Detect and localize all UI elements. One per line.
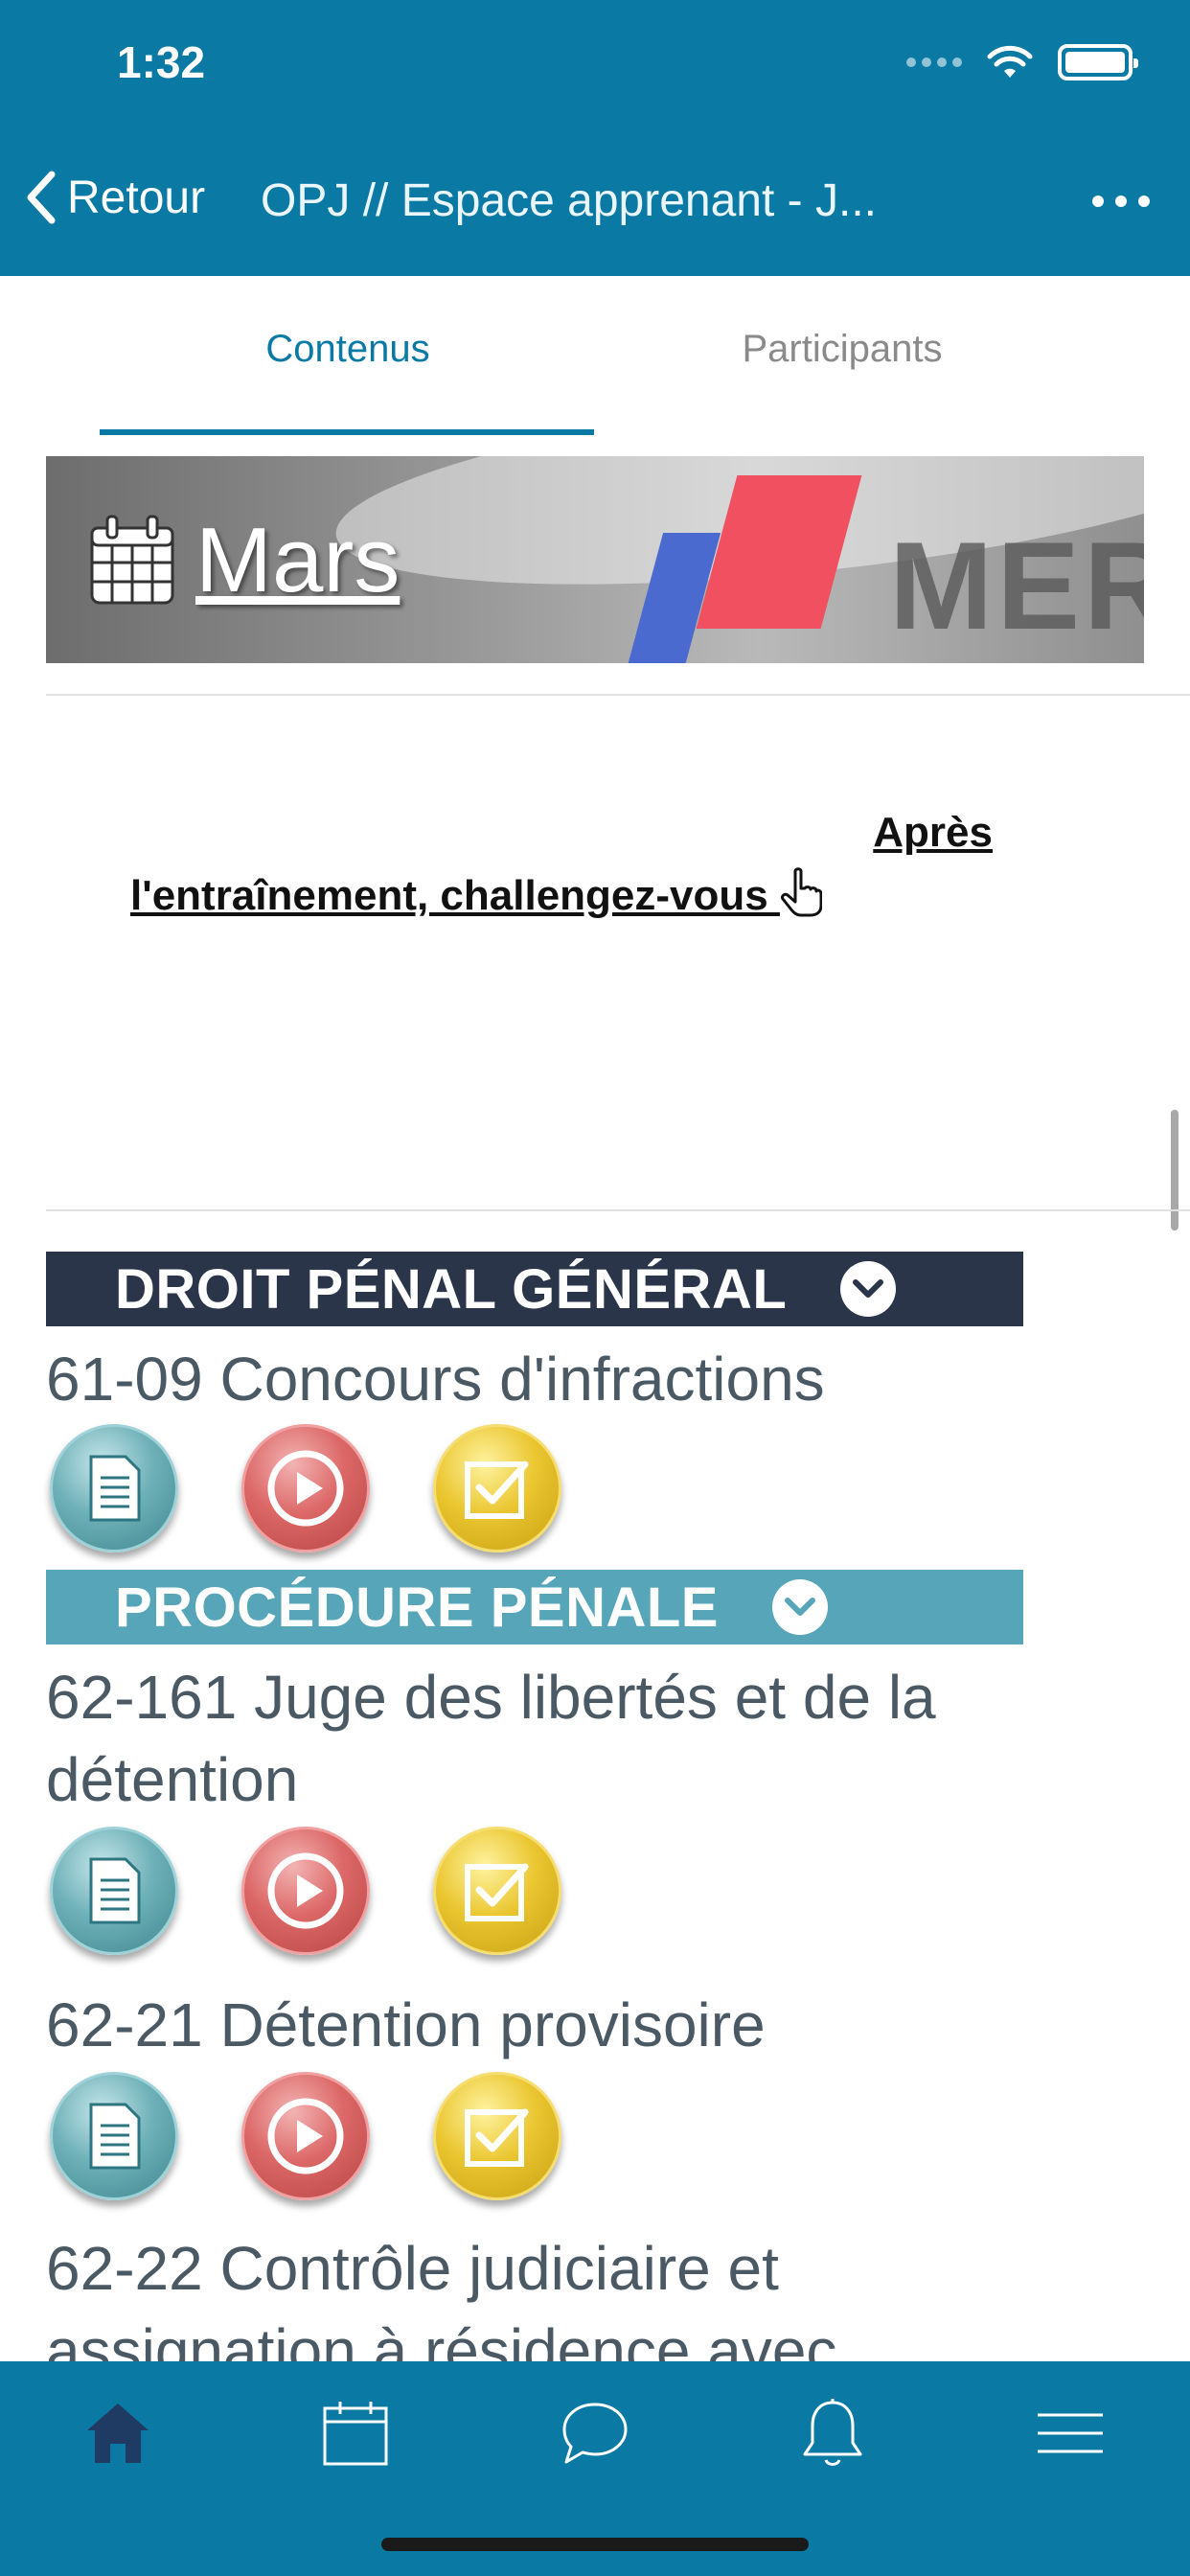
tab-participants[interactable]: Participants xyxy=(594,328,1090,371)
play-icon xyxy=(267,1852,344,1929)
active-tab-indicator xyxy=(100,429,594,435)
section-header-procedure-penale[interactable]: PROCÉDURE PÉNALE xyxy=(46,1570,1023,1644)
play-icon xyxy=(267,1450,344,1527)
status-time: 1:32 xyxy=(117,37,206,87)
signal-icon xyxy=(906,58,962,67)
chevron-down-icon[interactable] xyxy=(771,1579,828,1635)
document-icon xyxy=(89,2103,141,2170)
challenge-line2: l'entraînement, challengez-vous xyxy=(130,872,780,919)
app-header: 1:32 Retour OPJ // Espace apprenant - J.… xyxy=(0,0,1190,276)
course-item-title[interactable]: 61-09 Concours d'infractions xyxy=(46,1338,1100,1420)
chat-icon xyxy=(562,2403,628,2464)
course-item-title[interactable]: 62-21 Détention provisoire xyxy=(46,1984,1100,2066)
quiz-button[interactable] xyxy=(433,2072,561,2200)
month-banner[interactable]: MERIE Mars xyxy=(46,456,1144,663)
video-button[interactable] xyxy=(241,1424,370,1552)
calendar-icon xyxy=(323,2402,388,2466)
nav-bar: Retour OPJ // Espace apprenant - J... xyxy=(0,163,1190,240)
quiz-button[interactable] xyxy=(433,1827,561,1955)
divider xyxy=(46,1209,1190,1211)
tab-contenus[interactable]: Contenus xyxy=(100,328,596,371)
pointing-hand-icon xyxy=(780,867,822,917)
checkbox-icon xyxy=(465,2108,529,2167)
bell-icon xyxy=(803,2399,862,2466)
document-icon xyxy=(89,1455,141,1522)
section-title: PROCÉDURE PÉNALE xyxy=(115,1576,719,1639)
course-item-title[interactable]: 62-161 Juge des libertés et de la détent… xyxy=(46,1656,1100,1821)
checkbox-icon xyxy=(465,1863,529,1921)
banner-title: Mars xyxy=(86,508,400,613)
banner-label: Mars xyxy=(195,509,400,611)
back-label: Retour xyxy=(67,172,206,223)
calendar-icon xyxy=(90,515,174,605)
section-title: DROIT PÉNAL GÉNÉRAL xyxy=(115,1257,788,1321)
chevron-left-icon xyxy=(27,171,56,224)
more-options-button[interactable] xyxy=(1092,182,1150,220)
tab-messages[interactable] xyxy=(552,2390,638,2476)
course-item-actions xyxy=(50,2072,561,2200)
menu-icon xyxy=(1038,2413,1103,2453)
tab-menu[interactable] xyxy=(1027,2390,1113,2476)
back-button[interactable]: Retour xyxy=(23,169,205,226)
home-indicator[interactable] xyxy=(381,2538,809,2551)
divider xyxy=(46,694,1190,696)
chevron-down-icon[interactable] xyxy=(840,1261,897,1317)
document-button[interactable] xyxy=(50,2072,178,2200)
challenge-line1: Après xyxy=(873,809,993,856)
video-button[interactable] xyxy=(241,2072,370,2200)
quiz-button[interactable] xyxy=(433,1424,561,1552)
tab-notifications[interactable] xyxy=(790,2390,876,2476)
scrollbar[interactable] xyxy=(1171,1110,1179,1230)
document-icon xyxy=(89,1857,141,1924)
checkbox-icon xyxy=(465,1460,529,1519)
home-icon xyxy=(87,2404,149,2463)
battery-icon xyxy=(1058,44,1138,80)
page-title: OPJ // Espace apprenant - J... xyxy=(261,175,877,226)
challenge-link[interactable]: Après l'entraînement, challengez-vous xyxy=(130,801,993,928)
course-item-actions xyxy=(50,1424,561,1552)
status-icons xyxy=(906,44,1138,80)
section-header-droit-penal-general[interactable]: DROIT PÉNAL GÉNÉRAL xyxy=(46,1252,1023,1326)
document-button[interactable] xyxy=(50,1424,178,1552)
course-item-actions xyxy=(50,1827,561,1955)
tab-home[interactable] xyxy=(75,2390,161,2476)
content-tabs: Contenus Participants xyxy=(0,276,1190,439)
tab-calendar[interactable] xyxy=(312,2390,399,2476)
wifi-icon xyxy=(987,45,1033,78)
play-icon xyxy=(267,2098,344,2174)
document-button[interactable] xyxy=(50,1827,178,1955)
video-button[interactable] xyxy=(241,1827,370,1955)
